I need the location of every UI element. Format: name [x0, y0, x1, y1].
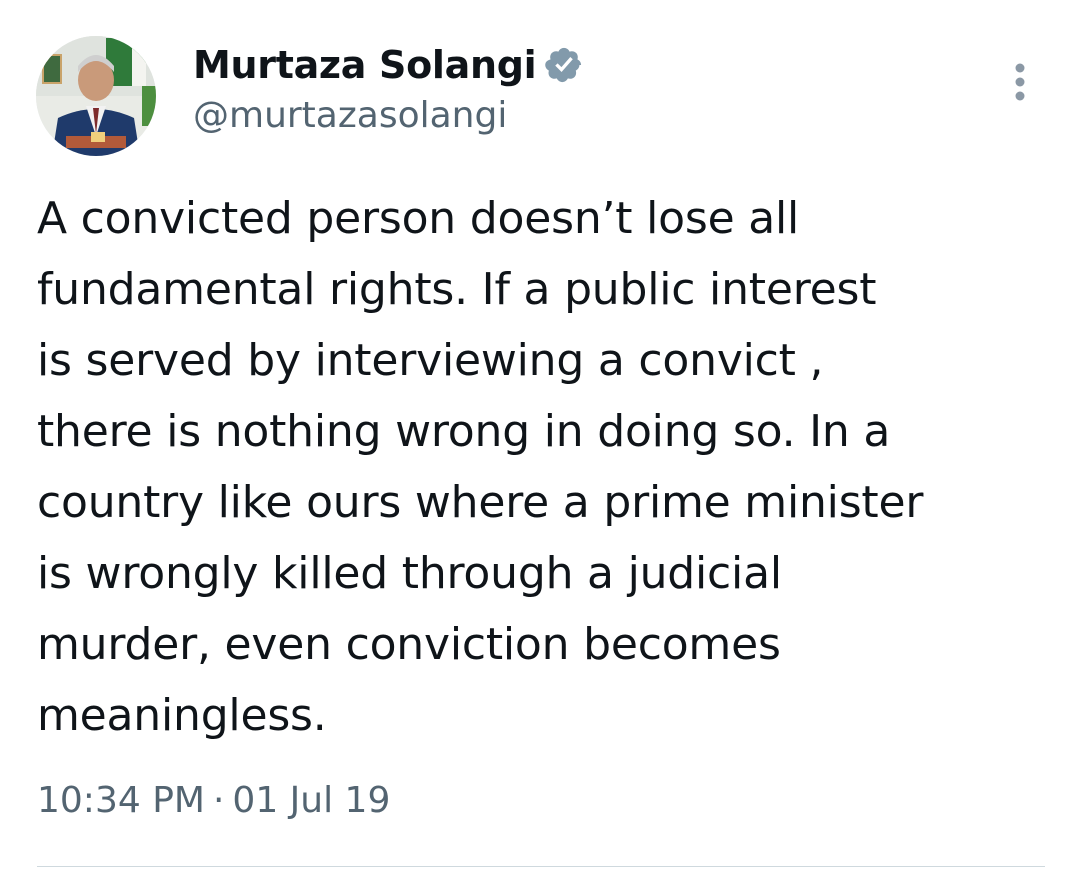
tweet-timestamp[interactable]: 10:34 PM · 01 Jul 19: [37, 780, 390, 821]
author-avatar[interactable]: [36, 36, 156, 156]
tweet-time: 10:34 PM: [37, 780, 205, 821]
avatar-photo-icon: [36, 36, 156, 156]
author-handle[interactable]: @murtazasolangi: [193, 95, 507, 136]
tweet-body-text: A convicted person doesn’t lose all fund…: [37, 193, 924, 741]
author-display-name[interactable]: Murtaza Solangi: [193, 43, 537, 87]
tweet-card: Murtaza Solangi @murtazasolangi A convic…: [0, 0, 1079, 871]
tweet-date: 01 Jul 19: [232, 780, 391, 821]
more-options-icon: [1015, 63, 1025, 101]
verified-badge-icon[interactable]: [544, 45, 584, 85]
meta-separator: ·: [212, 780, 225, 821]
author-name-row: Murtaza Solangi: [193, 40, 584, 90]
more-options-button[interactable]: [1002, 58, 1038, 106]
bottom-divider: [37, 866, 1045, 867]
